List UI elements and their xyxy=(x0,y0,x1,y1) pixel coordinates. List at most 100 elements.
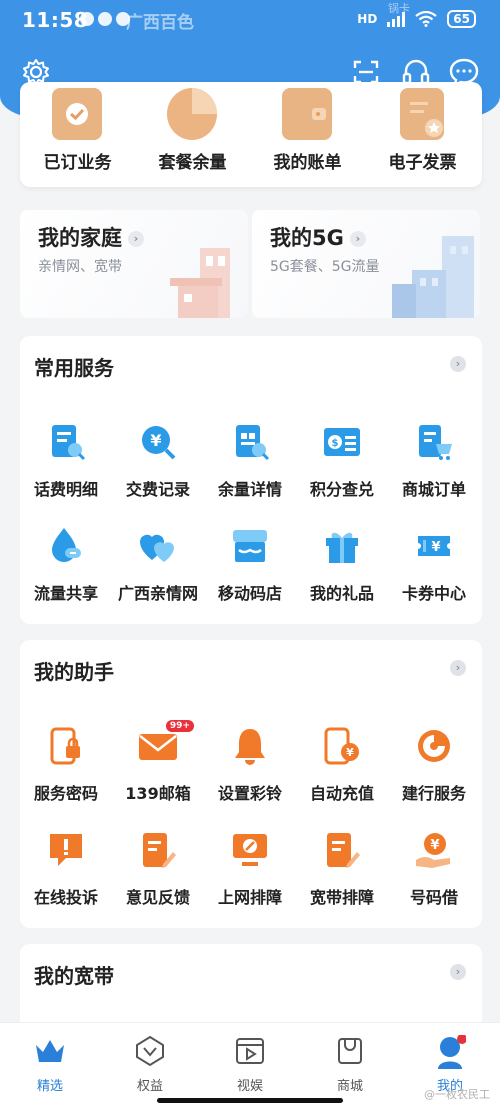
service-item[interactable]: 广西亲情网 xyxy=(112,526,204,622)
badge-count: 99+ xyxy=(165,720,194,732)
five-g-subtitle: 5G套餐、5G流量 xyxy=(270,259,380,275)
crown-icon xyxy=(34,1035,66,1067)
assistant-item[interactable]: 建行服务 xyxy=(388,726,480,822)
assistant-item[interactable]: 在线投诉 xyxy=(20,830,112,926)
nav-featured[interactable]: 精选 xyxy=(0,1031,100,1094)
assistant-label: 意见反馈 xyxy=(125,888,190,907)
service-item[interactable]: $ 积分查兑 xyxy=(296,422,388,518)
house-illustration-icon xyxy=(170,248,230,318)
data-share-icon xyxy=(46,526,86,566)
network-type: HD xyxy=(357,12,378,26)
status-indicators: HD 65 xyxy=(357,10,476,28)
nav-label: 权益 xyxy=(136,1079,163,1094)
assistant-label: 在线投诉 xyxy=(33,888,98,907)
service-item[interactable]: 我的礼品 xyxy=(296,526,388,622)
pie-chart-icon xyxy=(167,88,217,140)
status-app-icons xyxy=(80,12,130,26)
mall-order-icon xyxy=(414,422,454,462)
assistant-label: 服务密码 xyxy=(33,784,98,803)
service-label: 卡券中心 xyxy=(401,584,466,603)
building-illustration-icon xyxy=(392,236,474,318)
chevron-right-icon[interactable]: › xyxy=(450,356,466,372)
battery-indicator: 65 xyxy=(447,10,476,28)
assistant-item[interactable]: 上网排障 xyxy=(204,830,296,926)
bill-detail-icon xyxy=(46,422,86,462)
wallet-icon xyxy=(282,88,332,140)
assistant-item[interactable]: ¥ 自动充值 xyxy=(296,726,388,822)
assistant-item[interactable]: ¥ 号码借 xyxy=(388,830,480,926)
profile-icon xyxy=(434,1034,467,1069)
family-title: 我的家庭 › xyxy=(38,222,144,252)
assistant-label: 自动充值 xyxy=(309,784,374,803)
service-label: 积分查兑 xyxy=(309,480,374,499)
section-title: 常用服务 xyxy=(34,356,114,380)
five-g-title: 我的5G › xyxy=(270,222,366,252)
family-5g-section: 我的家庭 › 亲情网、宽带 我的5G › 5G套餐、5G流量 xyxy=(20,210,482,318)
service-label: 移动码店 xyxy=(217,584,282,603)
assistant-item[interactable]: 宽带排障 xyxy=(296,830,388,926)
points-icon: $ xyxy=(322,422,362,462)
svg-text:¥: ¥ xyxy=(431,540,440,555)
assistant-item[interactable]: 意见反馈 xyxy=(112,830,204,926)
nav-benefits[interactable]: 权益 xyxy=(100,1031,200,1094)
shortcut-label: 电子发票 xyxy=(388,153,457,173)
chevron-right-icon[interactable]: › xyxy=(450,660,466,676)
home-indicator[interactable] xyxy=(157,1098,343,1103)
my-5g-card[interactable]: 我的5G › 5G套餐、5G流量 xyxy=(252,210,480,318)
service-item[interactable]: ¥ 卡券中心 xyxy=(388,526,480,622)
chevron-right-icon[interactable]: › xyxy=(450,964,466,980)
service-item[interactable]: 流量共享 xyxy=(20,526,112,622)
family-net-icon xyxy=(138,526,178,566)
ccb-icon xyxy=(414,726,454,766)
coupon-icon: ¥ xyxy=(414,526,454,566)
nav-shop[interactable]: 商城 xyxy=(300,1031,400,1094)
svg-text:$: $ xyxy=(332,438,339,449)
plan-balance-button[interactable]: 套餐余量 xyxy=(135,82,250,187)
shortcut-label: 套餐余量 xyxy=(158,153,227,173)
service-password-icon xyxy=(46,726,86,766)
assistant-label: 建行服务 xyxy=(401,784,466,803)
family-subtitle: 亲情网、宽带 xyxy=(38,259,122,275)
nav-video[interactable]: 视娱 xyxy=(200,1031,300,1094)
gift-icon xyxy=(322,526,362,566)
assistant-item[interactable]: 设置彩铃 xyxy=(204,726,296,822)
assistant-card: 我的助手 › 服务密码 99+ 139邮箱 设置彩铃 ¥ 自动充值 建行服务 在… xyxy=(20,640,482,928)
assistant-label: 上网排障 xyxy=(217,888,282,907)
assistant-label: 宽带排障 xyxy=(309,888,374,907)
section-title: 我的宽带 xyxy=(34,964,114,988)
section-title: 我的助手 xyxy=(34,660,114,684)
assistant-label: 设置彩铃 xyxy=(217,784,282,803)
benefit-icon xyxy=(134,1035,166,1067)
status-time: 11:58 xyxy=(22,8,89,32)
wifi-icon xyxy=(415,11,437,27)
common-services-card: 常用服务 › 话费明细 ¥ 交费记录 余量详情 $ 积分查兑 商城订单 流量共享… xyxy=(20,336,482,624)
nav-label: 视娱 xyxy=(236,1079,263,1094)
nav-label: 精选 xyxy=(36,1079,63,1094)
subscribed-services-button[interactable]: 已订业务 xyxy=(20,82,135,187)
video-icon xyxy=(234,1035,266,1067)
service-label: 商城订单 xyxy=(401,480,466,499)
service-item[interactable]: 移动码店 xyxy=(204,526,296,622)
network-fix-icon xyxy=(230,830,270,870)
chevron-right-icon: › xyxy=(128,231,144,247)
status-bar: 11:58 广西百色 锅卡 HD 65 xyxy=(0,0,500,44)
shop-icon xyxy=(334,1035,366,1067)
broadband-card[interactable]: 我的宽带 › xyxy=(20,944,482,1034)
assistant-item[interactable]: 服务密码 xyxy=(20,726,112,822)
svg-text:¥: ¥ xyxy=(150,431,161,450)
nav-profile[interactable]: 我的 xyxy=(400,1031,500,1094)
e-invoice-button[interactable]: 电子发票 xyxy=(365,82,480,187)
shortcut-label: 我的账单 xyxy=(273,153,342,173)
service-item[interactable]: 商城订单 xyxy=(388,422,480,518)
service-label: 余量详情 xyxy=(217,480,282,499)
service-item[interactable]: 余量详情 xyxy=(204,422,296,518)
service-item[interactable]: 话费明细 xyxy=(20,422,112,518)
balance-detail-icon xyxy=(230,422,270,462)
assistant-item[interactable]: 99+ 139邮箱 xyxy=(112,720,204,822)
service-item[interactable]: ¥ 交费记录 xyxy=(112,422,204,518)
signal-icon xyxy=(387,11,406,27)
mail-icon xyxy=(138,726,178,766)
my-bill-button[interactable]: 我的账单 xyxy=(250,82,365,187)
my-family-card[interactable]: 我的家庭 › 亲情网、宽带 xyxy=(20,210,248,318)
store-icon xyxy=(230,526,270,566)
